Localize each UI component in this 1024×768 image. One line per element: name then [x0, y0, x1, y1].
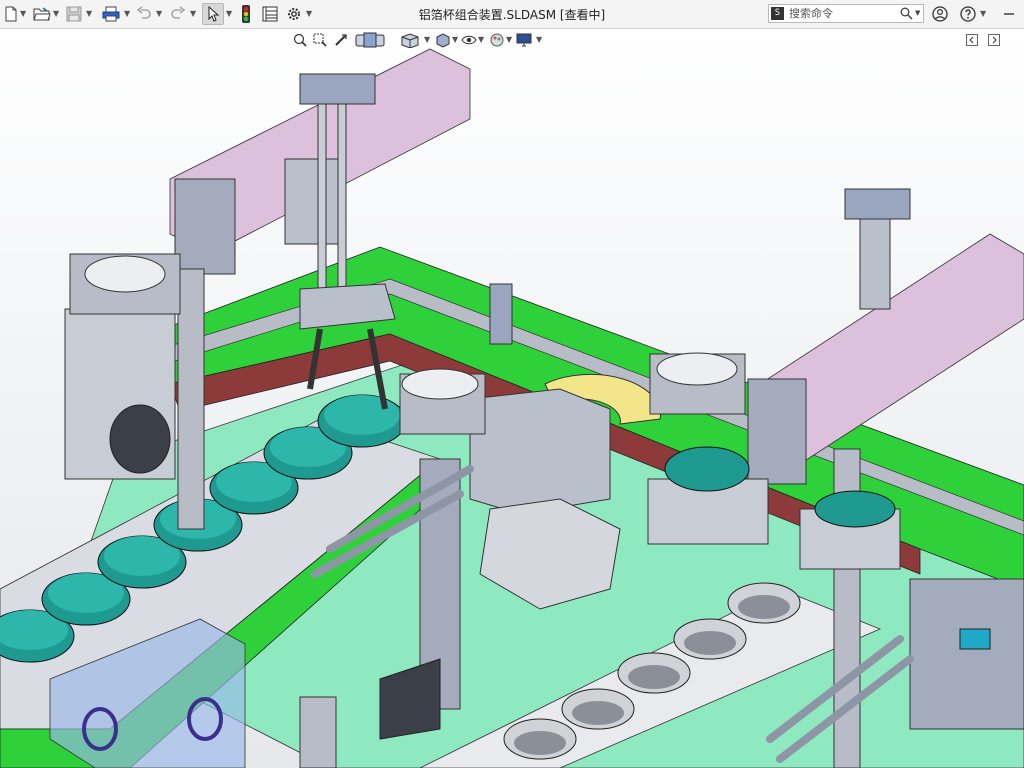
save-button[interactable] [64, 3, 84, 25]
previous-view-icon [335, 34, 347, 46]
hide-show-items-icon [461, 35, 477, 45]
open-dropdown-caret[interactable]: ▼ [53, 9, 59, 18]
hide-show-items-button[interactable] [460, 31, 478, 49]
undo-icon [136, 6, 151, 19]
heads-up-view-toolbar: ▼ ▼ ▼ ▼ ▼ [0, 31, 1024, 51]
graphics-viewport[interactable]: ▼ ▼ ▼ ▼ ▼ [0, 29, 1024, 768]
right-cylinder-head [844, 188, 911, 220]
select-button[interactable] [202, 3, 224, 25]
display-style-button[interactable] [434, 31, 452, 49]
print-dropdown-caret[interactable]: ▼ [124, 9, 130, 18]
file-properties-button[interactable] [260, 3, 280, 25]
zoom-to-area-button[interactable] [312, 31, 328, 49]
far-right-cup-nest-cup [814, 490, 896, 528]
right-sealing-station [909, 578, 1024, 730]
edit-appearance-button[interactable] [488, 31, 506, 49]
left-feeder-motor [109, 404, 171, 474]
view-orientation-dropdown-caret[interactable]: ▼ [424, 35, 430, 44]
mid-cup-magazine-opening [401, 368, 479, 400]
search-prefix-badge: S [771, 7, 784, 20]
print-button[interactable] [100, 3, 122, 25]
right-cup-nest-cup [664, 446, 750, 492]
panel-collapse-icon [966, 34, 978, 46]
rebuild-traffic-light-icon [242, 5, 250, 23]
zoom-to-fit-button[interactable] [292, 31, 308, 49]
front-cylinder [299, 696, 337, 768]
select-dropdown-caret[interactable]: ▼ [226, 9, 232, 18]
new-document-icon [5, 6, 17, 22]
new-document-button[interactable] [2, 3, 20, 25]
help-button[interactable] [958, 3, 978, 25]
center-cup-magazine-opening [656, 352, 738, 386]
search-commands-box[interactable]: S ▼ [768, 4, 924, 23]
view-orientation-icon [401, 33, 419, 48]
left-cup-magazine-opening [84, 255, 166, 293]
hide-show-items-dropdown-caret[interactable]: ▼ [478, 35, 484, 44]
search-options-caret[interactable]: ▼ [915, 9, 920, 17]
display-style-icon [436, 33, 450, 48]
title-bar: ▼ ▼ ▼ ▼ ▼ ▼ ▼ ▼ 铝箔杯组合装置.SLDASM [查看中] S 搜… [0, 0, 1024, 29]
left-gantry-bracket [174, 178, 236, 275]
right-station-sensor [959, 628, 991, 650]
left-guide-rod-2 [337, 103, 347, 305]
view-settings-button[interactable] [514, 31, 534, 49]
minimize-button[interactable] [998, 3, 1020, 25]
select-pointer-icon [208, 6, 220, 22]
right-gantry-bracket [747, 378, 807, 485]
search-input[interactable] [789, 6, 897, 21]
user-account-icon [932, 6, 948, 22]
panel-expand-icon [988, 34, 1000, 46]
previous-view-button[interactable] [333, 31, 349, 49]
edit-appearance-icon [490, 33, 504, 47]
file-properties-icon [262, 6, 278, 22]
view-settings-icon [516, 33, 532, 47]
options-gear-icon [288, 8, 300, 20]
redo-dropdown-caret[interactable]: ▼ [190, 9, 196, 18]
undo-dropdown-caret[interactable]: ▼ [156, 9, 162, 18]
zoom-to-fit-icon [293, 33, 307, 47]
options-dropdown-caret[interactable]: ▼ [306, 9, 312, 18]
options-button[interactable] [284, 3, 304, 25]
left-guide-rod [317, 103, 327, 305]
view-settings-dropdown-caret[interactable]: ▼ [536, 35, 542, 44]
new-document-dropdown-caret[interactable]: ▼ [20, 9, 26, 18]
section-view-button[interactable] [352, 31, 388, 49]
press-frame [469, 388, 611, 515]
save-icon [66, 6, 82, 22]
rebuild-button[interactable] [238, 3, 254, 25]
undo-button[interactable] [134, 3, 154, 25]
print-icon [102, 6, 120, 22]
view-orientation-button[interactable] [396, 31, 424, 49]
left-cylinder-head [299, 73, 376, 105]
press-cylinder [489, 283, 513, 345]
open-button[interactable] [32, 3, 52, 25]
assembly-3d-model[interactable] [0, 29, 1024, 768]
display-style-dropdown-caret[interactable]: ▼ [452, 35, 458, 44]
help-icon [960, 6, 976, 22]
minimize-icon [1004, 13, 1014, 15]
left-gantry-post [177, 268, 205, 530]
expand-right-panel-button[interactable] [986, 31, 1002, 49]
zoom-to-area-icon [313, 33, 327, 47]
user-account-button[interactable] [930, 3, 950, 25]
redo-button[interactable] [168, 3, 188, 25]
search-icon[interactable] [900, 7, 913, 20]
save-dropdown-caret[interactable]: ▼ [86, 9, 92, 18]
redo-icon [171, 6, 186, 19]
right-lift-cylinder [859, 218, 891, 310]
edit-appearance-dropdown-caret[interactable]: ▼ [506, 35, 512, 44]
open-folder-icon [33, 7, 51, 21]
left-lift-cylinder [284, 158, 346, 245]
collapse-left-panel-button[interactable] [964, 31, 980, 49]
help-dropdown-caret[interactable]: ▼ [980, 9, 986, 18]
section-view-icon [355, 32, 385, 48]
